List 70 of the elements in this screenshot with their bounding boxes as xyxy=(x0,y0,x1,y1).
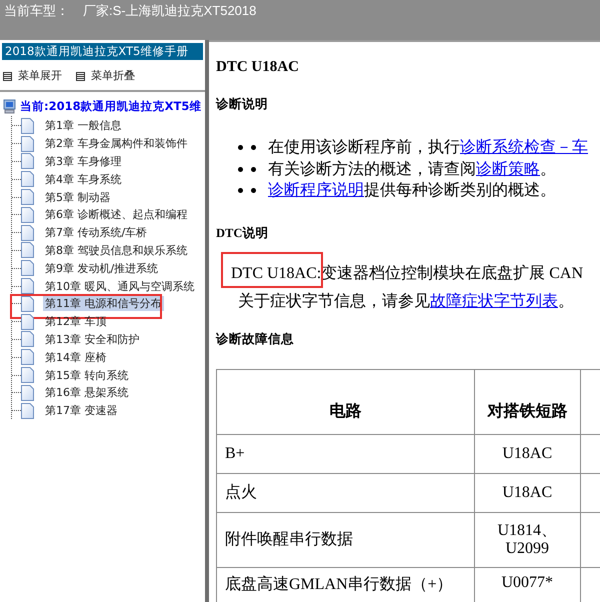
table-cell: U1814、 U2099 xyxy=(474,512,580,567)
chapter-item[interactable]: 第17章 变速器 xyxy=(43,403,120,418)
chapter-item[interactable]: 第15章 转向系统 xyxy=(43,368,130,383)
column-header: 电路 xyxy=(216,369,474,434)
bullet-text: 诊断程序说明提供每种诊断类别的概述。 xyxy=(268,180,556,202)
document-icon xyxy=(21,260,34,276)
menu-button[interactable]: 菜单折叠 xyxy=(76,68,135,84)
bullet-icon xyxy=(251,188,256,194)
chapter-item[interactable]: 第13章 安全和防护 xyxy=(43,332,142,347)
chapter-item[interactable]: 第4章 车身系统 xyxy=(43,172,124,187)
bullet-icon xyxy=(238,145,243,150)
chapter-item[interactable]: 第12章 车顶 xyxy=(43,314,108,330)
document-icon xyxy=(21,118,34,134)
chapter-item[interactable]: 第8章 驾驶员信息和娱乐系统 xyxy=(43,242,190,258)
maker-text: 厂家:S-上海凯迪拉克XT52018 xyxy=(83,3,256,19)
menu-button[interactable]: 菜单展开 xyxy=(3,68,62,84)
link[interactable]: 诊断系统检查－车 xyxy=(460,139,588,156)
computer-icon xyxy=(3,98,16,114)
document-icon xyxy=(21,367,34,384)
table-cell: U18AC xyxy=(474,473,580,512)
dtc-note: 关于症状字节信息，请参见故障症状字节列表。 xyxy=(238,292,575,312)
chapter-item[interactable]: 第6章 诊断概述、起点和编程 xyxy=(43,207,190,222)
table-cell: B+ xyxy=(216,434,474,473)
bullet-icon xyxy=(238,166,243,172)
link[interactable]: 诊断程序说明 xyxy=(268,182,364,200)
table-cell: 点火 xyxy=(216,473,474,512)
document-icon xyxy=(21,296,34,312)
table-cell: 底盘高速GMLAN串行数据（+） xyxy=(216,567,474,602)
chapter-item[interactable]: 第3章 车身修理 xyxy=(43,154,124,169)
tree-root-label[interactable]: 当前:2018款通用凯迪拉克XT5维 xyxy=(20,98,202,114)
link[interactable]: 诊断策略 xyxy=(476,160,540,178)
dtc-code: DTC U18AC: xyxy=(231,264,322,282)
link[interactable]: 故障症状字节列表 xyxy=(430,292,558,310)
document-icon xyxy=(21,136,34,152)
bullet-text: 在使用该诊断程序前，执行诊断系统检查－车 xyxy=(268,138,588,158)
chapter-item[interactable]: 第7章 传动系统/车桥 xyxy=(43,225,150,240)
bullet-text: 有关诊断方法的概述，请查阅诊断策略。 xyxy=(268,160,556,180)
document-icon xyxy=(21,242,34,258)
bullet-icon xyxy=(251,145,256,150)
document-icon xyxy=(21,278,34,294)
chapter-item[interactable]: 第10章 暖风、通风与空调系统 xyxy=(43,278,196,294)
document-icon xyxy=(21,206,34,223)
document-icon xyxy=(21,331,34,348)
bullet-icon xyxy=(238,188,243,194)
column-header: 对搭铁短路 xyxy=(474,369,580,434)
section-heading: DTC说明 xyxy=(216,224,270,240)
chapter-item[interactable]: 第1章 一般信息 xyxy=(43,118,124,134)
document-icon xyxy=(21,384,34,401)
bullet-icon xyxy=(251,166,256,172)
chapter-item[interactable]: 第11章 电源和信号分布 xyxy=(43,296,164,312)
table-cell: 附件唤醒串行数据 xyxy=(216,512,474,567)
document-icon xyxy=(21,171,34,188)
document-icon xyxy=(21,314,34,330)
document-icon xyxy=(21,153,34,170)
section-heading: 诊断说明 xyxy=(216,96,269,112)
dtc-description: 变速器档位控制模块在底盘扩展 CAN xyxy=(321,264,584,284)
chapter-item[interactable]: 第16章 悬架系统 xyxy=(43,385,130,400)
chapter-item[interactable]: 第5章 制动器 xyxy=(43,190,112,205)
chapter-item[interactable]: 第14章 座椅 xyxy=(43,350,108,365)
chapter-item[interactable]: 第9章 发动机/推进系统 xyxy=(43,260,160,276)
chapter-item[interactable]: 第2章 车身金属构件和装饰件 xyxy=(43,136,190,152)
document-icon xyxy=(21,349,34,366)
document-icon xyxy=(21,224,34,241)
car-model-label: 当前车型： xyxy=(4,3,69,19)
document-icon xyxy=(21,402,34,419)
page-heading: DTC U18AC xyxy=(216,58,300,76)
table-cell: U18AC xyxy=(474,434,580,473)
manual-title: 2018款通用凯迪拉克XT5维修手册 xyxy=(2,43,203,60)
document-icon xyxy=(21,189,34,206)
section-heading: 诊断故障信息 xyxy=(216,330,295,346)
